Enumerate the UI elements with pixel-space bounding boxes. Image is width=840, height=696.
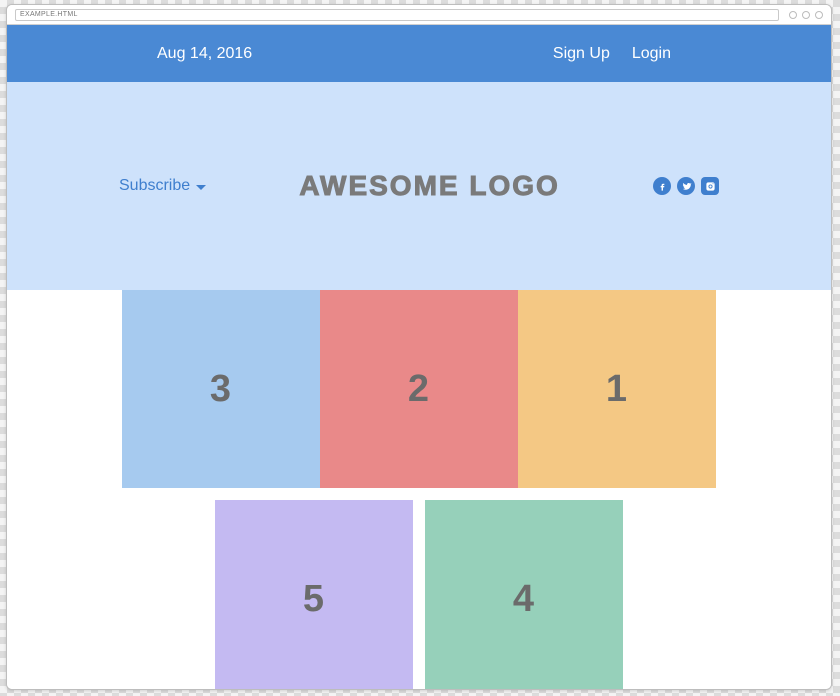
browser-window: EXAMPLE.HTML Aug 14, 2016 Sign Up Login …	[6, 4, 832, 690]
chevron-down-icon	[196, 185, 206, 190]
tiles-section: 3 2 1 5 4	[7, 290, 831, 690]
tile-2[interactable]: 2	[320, 290, 518, 488]
tile-label: 4	[513, 578, 535, 621]
window-controls	[789, 11, 823, 19]
tile-1[interactable]: 1	[518, 290, 716, 488]
viewport: Aug 14, 2016 Sign Up Login Subscribe AWE…	[7, 25, 831, 689]
tile-label: 5	[303, 578, 325, 621]
tile-label: 1	[606, 368, 628, 411]
tiles-row-2: 5 4	[7, 500, 831, 690]
window-control-dot[interactable]	[815, 11, 823, 19]
subscribe-label: Subscribe	[119, 177, 190, 195]
window-control-dot[interactable]	[789, 11, 797, 19]
tile-label: 3	[210, 368, 232, 411]
tile-3[interactable]: 3	[122, 290, 320, 488]
site-logo-text: AWESOME LOGO	[299, 170, 559, 202]
instagram-icon[interactable]	[701, 177, 719, 195]
tile-4[interactable]: 4	[425, 500, 623, 690]
login-link[interactable]: Login	[632, 45, 671, 63]
hero-section: Subscribe AWESOME LOGO	[7, 82, 831, 290]
address-bar[interactable]: EXAMPLE.HTML	[15, 9, 779, 21]
auth-links: Sign Up Login	[553, 45, 671, 63]
tile-5[interactable]: 5	[215, 500, 413, 690]
signup-link[interactable]: Sign Up	[553, 45, 610, 63]
social-links	[653, 177, 719, 195]
window-control-dot[interactable]	[802, 11, 810, 19]
tile-label: 2	[408, 368, 430, 411]
date-label: Aug 14, 2016	[157, 45, 252, 63]
tiles-row-1: 3 2 1	[7, 290, 831, 488]
browser-titlebar: EXAMPLE.HTML	[7, 5, 831, 25]
subscribe-dropdown[interactable]: Subscribe	[119, 177, 206, 195]
twitter-icon[interactable]	[677, 177, 695, 195]
facebook-icon[interactable]	[653, 177, 671, 195]
top-bar: Aug 14, 2016 Sign Up Login	[7, 25, 831, 82]
